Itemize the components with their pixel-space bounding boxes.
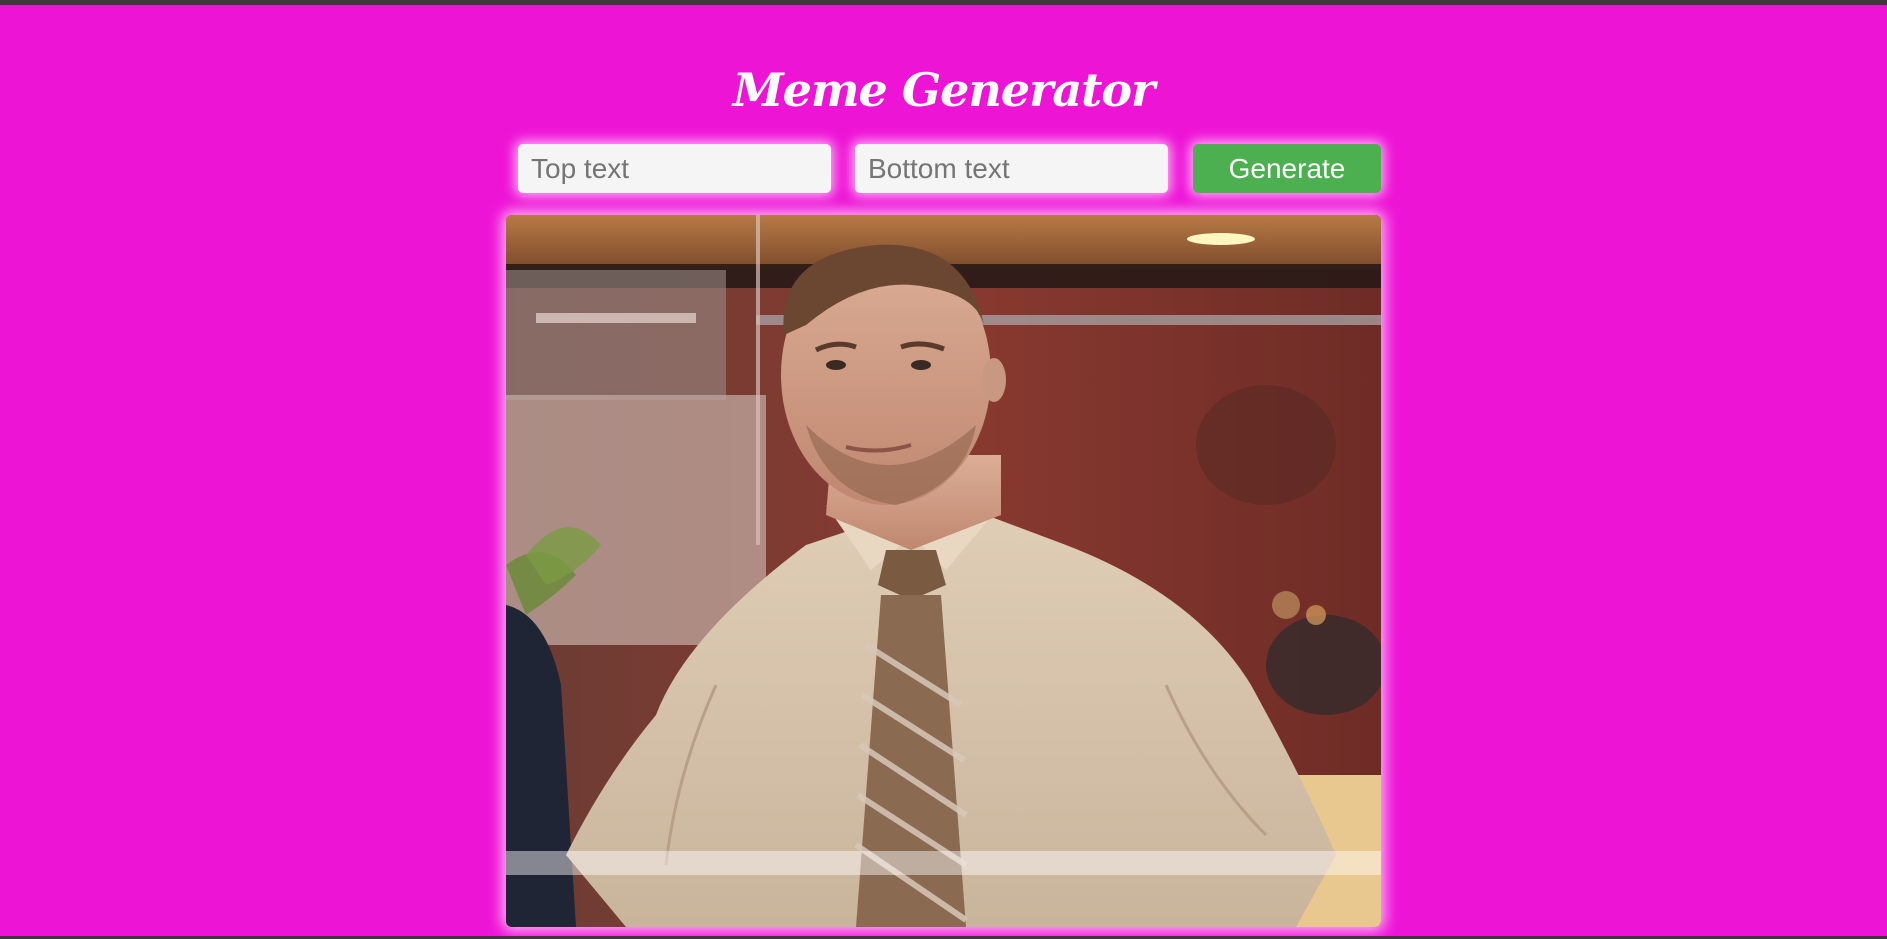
- page-title: Meme Generator: [732, 62, 1156, 117]
- meme-photo: [506, 215, 1381, 927]
- meme-image: [506, 215, 1381, 927]
- generate-button[interactable]: Generate: [1193, 144, 1381, 193]
- bottom-text-input[interactable]: [855, 144, 1168, 193]
- top-text-input[interactable]: [518, 144, 831, 193]
- browser-top-edge: [0, 0, 1887, 5]
